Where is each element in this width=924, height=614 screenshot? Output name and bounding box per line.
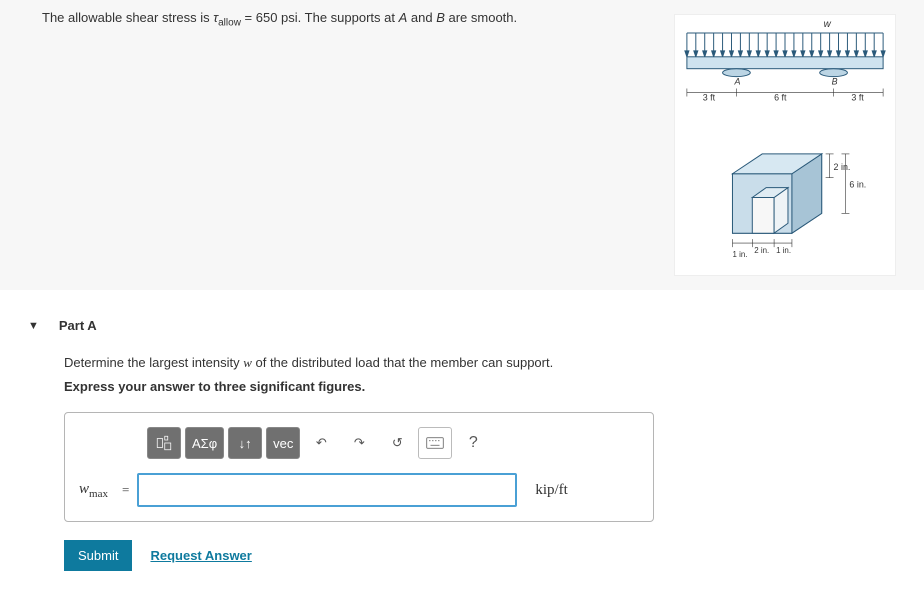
equals-sign: = — [122, 482, 129, 498]
svg-text:3 ft: 3 ft — [703, 92, 716, 102]
svg-text:w: w — [824, 19, 832, 30]
text: . The supports at — [298, 10, 399, 25]
svg-text:6 ft: 6 ft — [774, 92, 787, 102]
tau-subscript: allow — [218, 18, 241, 29]
svg-text:1 in.: 1 in. — [776, 246, 791, 255]
part-header[interactable]: ▼ Part A — [28, 318, 924, 333]
svg-text:B: B — [832, 77, 838, 87]
undo-button[interactable]: ↶ — [304, 427, 338, 459]
svg-text:2 in.: 2 in. — [834, 162, 851, 172]
svg-text:3 ft: 3 ft — [851, 92, 864, 102]
instruction-text: Express your answer to three significant… — [64, 379, 924, 394]
greek-button[interactable]: ΑΣφ — [185, 427, 224, 459]
request-answer-link[interactable]: Request Answer — [150, 548, 251, 563]
svg-text:1 in.: 1 in. — [732, 250, 747, 259]
support-a: A — [399, 10, 408, 25]
svg-text:2 in.: 2 in. — [754, 246, 769, 255]
question-text: Determine the largest intensity w of the… — [64, 355, 924, 371]
text: The allowable shear stress is — [42, 10, 213, 25]
unit-label: kip/ft — [535, 482, 568, 499]
collapse-icon: ▼ — [28, 320, 39, 332]
figure-diagram: w A B 3 ft 6 ft 3 ft — [674, 14, 896, 276]
vector-button[interactable]: vec — [266, 427, 300, 459]
reset-button[interactable]: ↺ — [380, 427, 414, 459]
variable-label: wmax — [79, 481, 108, 500]
subscript-button[interactable]: ↓↑ — [228, 427, 262, 459]
text: and — [407, 10, 436, 25]
svg-text:6 in.: 6 in. — [849, 180, 866, 190]
part-title: Part A — [59, 318, 97, 333]
help-button[interactable]: ? — [456, 427, 490, 459]
stress-value: 650 psi — [256, 10, 298, 25]
part-a-section: ▼ Part A Determine the largest intensity… — [28, 318, 924, 571]
text: are smooth. — [445, 10, 517, 25]
answer-input[interactable] — [137, 473, 517, 507]
equation-toolbar: ΑΣφ ↓↑ vec ↶ ↷ ↺ ? — [147, 427, 639, 459]
redo-button[interactable]: ↷ — [342, 427, 376, 459]
keyboard-button[interactable] — [418, 427, 452, 459]
text: = — [241, 10, 256, 25]
template-button[interactable] — [147, 427, 181, 459]
svg-text:A: A — [733, 77, 740, 87]
submit-button[interactable]: Submit — [64, 540, 132, 571]
answer-box: ΑΣφ ↓↑ vec ↶ ↷ ↺ ? wmax = kip/ft — [64, 412, 654, 522]
support-b: B — [436, 10, 445, 25]
problem-statement-area: The allowable shear stress is τallow = 6… — [0, 0, 924, 290]
